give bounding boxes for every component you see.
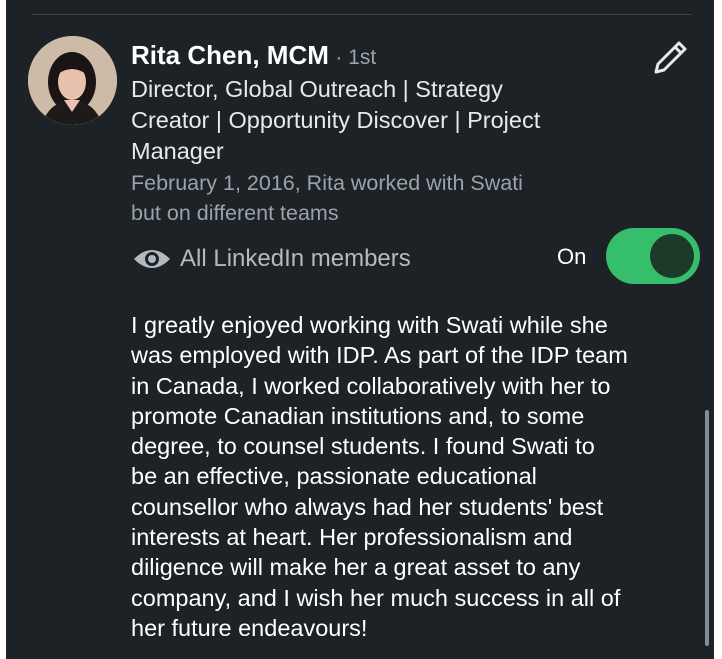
recommendation-line: was employed with IDP. As part of the ID… [131,342,628,369]
visibility-setting: All LinkedIn members [132,239,411,279]
toggle-knob [650,234,694,278]
headline-line: Creator | Opportunity Discover | Project [131,107,541,133]
profile-photo [28,36,117,125]
headline-line: Manager [131,138,224,164]
recommendation-card: Rita Chen, MCM · 1st Director, Global Ou… [6,0,714,659]
recommendation-line: diligence will make her a great asset to… [131,554,581,581]
avatar[interactable] [28,36,117,125]
recommendation-line: promote Canadian institutions and, to so… [131,402,585,429]
visibility-label: All LinkedIn members [180,245,411,272]
relationship-info: February 1, 2016, Rita worked with Swati… [131,168,651,228]
eye-icon [132,247,172,271]
recommendation-line: counsellor who always had her students' … [131,493,604,520]
connection-degree: · 1st [335,46,377,69]
recommendation-line: in Canada, I worked collaboratively with… [131,372,611,399]
relation-line: but on different teams [131,201,339,225]
edit-button[interactable] [650,38,690,78]
recommendation-line: interests at heart. Her professionalism … [131,524,573,551]
recommender-name[interactable]: Rita Chen, MCM [131,40,329,70]
visibility-toggle[interactable] [606,228,700,284]
divider [32,14,692,15]
toggle-state-label: On [557,244,587,269]
relation-line: February 1, 2016, Rita worked with Swati [131,171,523,195]
pencil-icon [654,41,687,74]
recommendation-line: be an effective, passionate educational [131,463,537,490]
recommendation-line: her future endeavours! [131,614,368,641]
recommendation-line: I greatly enjoyed working with Swati whi… [131,312,608,338]
recommendation-text: I greatly enjoyed working with Swati whi… [131,310,706,643]
headline-line: Director, Global Outreach | Strategy [131,76,503,102]
recommendation-line: degree, to counsel students. I found Swa… [131,433,595,460]
scrollbar[interactable] [705,410,709,646]
recommendation-line: company, and I wish her much success in … [131,584,621,611]
recommender-headline: Director, Global Outreach | Strategy Cre… [131,74,651,167]
name-row: Rita Chen, MCM · 1st [131,40,376,71]
